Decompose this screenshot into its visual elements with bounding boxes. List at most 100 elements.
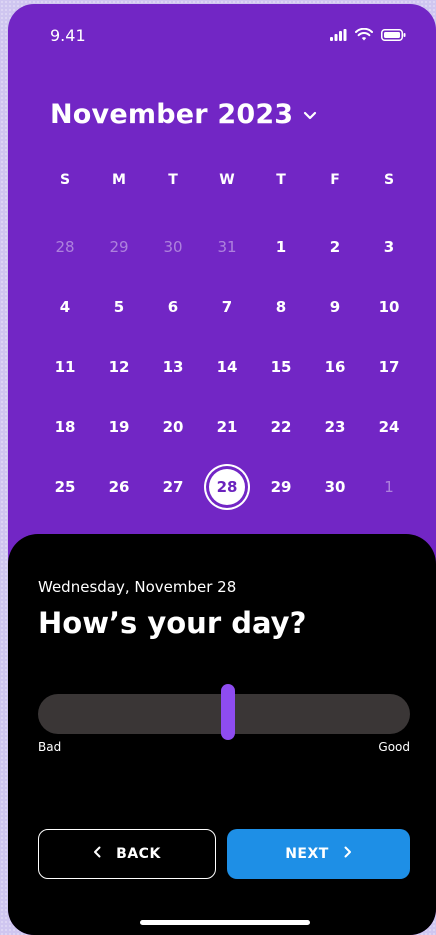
battery-icon xyxy=(381,26,406,45)
back-button[interactable]: BACK xyxy=(38,829,216,879)
slider-min-label: Bad xyxy=(38,740,62,754)
mood-question: How’s your day? xyxy=(38,606,307,640)
calendar-day[interactable]: 31 xyxy=(200,224,254,270)
calendar-day-number: 20 xyxy=(162,418,184,436)
calendar-day-number: 30 xyxy=(163,238,183,256)
calendar-day[interactable]: 23 xyxy=(308,404,362,450)
calendar-day[interactable]: 20 xyxy=(146,404,200,450)
calendar-week-row: 4 5 6 7 8 9 10 xyxy=(38,277,416,337)
mood-sheet: Wednesday, November 28 How’s your day? B… xyxy=(8,534,436,935)
calendar-day[interactable]: 29 xyxy=(92,224,146,270)
calendar-day-number: 30 xyxy=(324,478,346,496)
calendar-day-number: 28 xyxy=(55,238,75,256)
calendar-day[interactable]: 4 xyxy=(38,284,92,330)
calendar-day-number: 2 xyxy=(329,238,341,256)
calendar-day[interactable]: 25 xyxy=(38,464,92,510)
next-button[interactable]: NEXT xyxy=(227,829,410,879)
calendar-day[interactable]: 16 xyxy=(308,344,362,390)
slider-max-label: Good xyxy=(378,740,410,754)
wifi-icon xyxy=(355,26,373,45)
calendar-day[interactable]: 24 xyxy=(362,404,416,450)
calendar-day[interactable]: 7 xyxy=(200,284,254,330)
calendar-day-number: 6 xyxy=(167,298,179,316)
calendar-day-number: 19 xyxy=(108,418,130,436)
calendar-day[interactable]: 13 xyxy=(146,344,200,390)
calendar-day[interactable]: 14 xyxy=(200,344,254,390)
back-button-label: BACK xyxy=(116,846,161,862)
chevron-left-icon xyxy=(93,846,102,862)
calendar-day-number: 4 xyxy=(59,298,71,316)
calendar-day-selected[interactable]: 28 xyxy=(200,464,254,510)
calendar-day-number: 21 xyxy=(216,418,238,436)
weekday-label: S xyxy=(383,172,395,188)
chevron-down-icon[interactable] xyxy=(303,105,317,124)
calendar-day-number: 17 xyxy=(378,358,400,376)
calendar-day-number: 23 xyxy=(324,418,346,436)
calendar-day-number: 1 xyxy=(275,238,287,256)
status-icons xyxy=(330,26,406,45)
calendar-day-number: 12 xyxy=(108,358,130,376)
calendar-day[interactable]: 26 xyxy=(92,464,146,510)
next-button-label: NEXT xyxy=(285,846,329,862)
calendar-day[interactable]: 11 xyxy=(38,344,92,390)
calendar-weeks: 28 29 30 31 1 2 3 4 5 6 7 8 9 10 11 12 13 14 15 16 17 18 19 20 2… xyxy=(38,217,416,517)
chevron-right-icon xyxy=(343,846,352,862)
calendar-week-row: 25 26 27 28 29 30 1 xyxy=(38,457,416,517)
weekday-label: W xyxy=(219,172,235,188)
calendar-day-number: 13 xyxy=(162,358,184,376)
calendar-day[interactable]: 28 xyxy=(38,224,92,270)
calendar-day[interactable]: 19 xyxy=(92,404,146,450)
calendar-day-number: 7 xyxy=(221,298,233,316)
calendar-day-number: 29 xyxy=(109,238,129,256)
weekday-label: M xyxy=(112,172,126,188)
calendar-day-number: 15 xyxy=(270,358,292,376)
calendar-day[interactable]: 3 xyxy=(362,224,416,270)
calendar-grid: S M T W T F S 28 29 30 31 1 2 3 4 5 6 7 8 9 10 11 12 13 1… xyxy=(38,164,416,517)
calendar-day-number: 3 xyxy=(383,238,395,256)
month-title: November 2023 xyxy=(50,99,294,130)
calendar-day[interactable]: 29 xyxy=(254,464,308,510)
calendar-day-number: 10 xyxy=(378,298,400,316)
calendar-day[interactable]: 15 xyxy=(254,344,308,390)
status-bar: 9.41 xyxy=(8,4,436,60)
calendar-day[interactable]: 10 xyxy=(362,284,416,330)
calendar-day[interactable]: 30 xyxy=(146,224,200,270)
calendar-day-number: 26 xyxy=(108,478,130,496)
weekday-label: T xyxy=(276,172,286,188)
calendar-week-row: 18 19 20 21 22 23 24 xyxy=(38,397,416,457)
calendar-week-row: 28 29 30 31 1 2 3 xyxy=(38,217,416,277)
weekday-header: S M T W T F S xyxy=(38,164,416,196)
calendar-day-number: 22 xyxy=(270,418,292,436)
weekday-label: S xyxy=(59,172,71,188)
calendar-day[interactable]: 8 xyxy=(254,284,308,330)
calendar-day-number: 8 xyxy=(275,298,287,316)
calendar-day-number: 24 xyxy=(378,418,400,436)
month-selector[interactable]: November 2023 xyxy=(50,99,317,130)
signal-icon xyxy=(330,26,347,45)
calendar-day[interactable]: 30 xyxy=(308,464,362,510)
calendar-day[interactable]: 17 xyxy=(362,344,416,390)
calendar-day[interactable]: 21 xyxy=(200,404,254,450)
calendar-day-number: 31 xyxy=(217,238,237,256)
calendar-day[interactable]: 18 xyxy=(38,404,92,450)
calendar-day-number: 9 xyxy=(329,298,341,316)
calendar-day[interactable]: 2 xyxy=(308,224,362,270)
calendar-day[interactable]: 5 xyxy=(92,284,146,330)
calendar-day-number: 14 xyxy=(216,358,238,376)
calendar-day[interactable]: 27 xyxy=(146,464,200,510)
calendar-day[interactable]: 1 xyxy=(362,464,416,510)
mood-slider-thumb[interactable] xyxy=(220,684,235,740)
calendar-day-number: 29 xyxy=(270,478,292,496)
calendar-week-row: 11 12 13 14 15 16 17 xyxy=(38,337,416,397)
home-indicator[interactable] xyxy=(140,920,310,925)
calendar-day-number: 28 xyxy=(209,469,245,505)
calendar-day-number: 25 xyxy=(54,478,76,496)
weekday-label: F xyxy=(330,172,340,188)
calendar-day[interactable]: 6 xyxy=(146,284,200,330)
calendar-day-number: 18 xyxy=(54,418,76,436)
calendar-day[interactable]: 22 xyxy=(254,404,308,450)
calendar-day[interactable]: 1 xyxy=(254,224,308,270)
status-time: 9.41 xyxy=(50,26,86,45)
calendar-day[interactable]: 12 xyxy=(92,344,146,390)
calendar-day[interactable]: 9 xyxy=(308,284,362,330)
